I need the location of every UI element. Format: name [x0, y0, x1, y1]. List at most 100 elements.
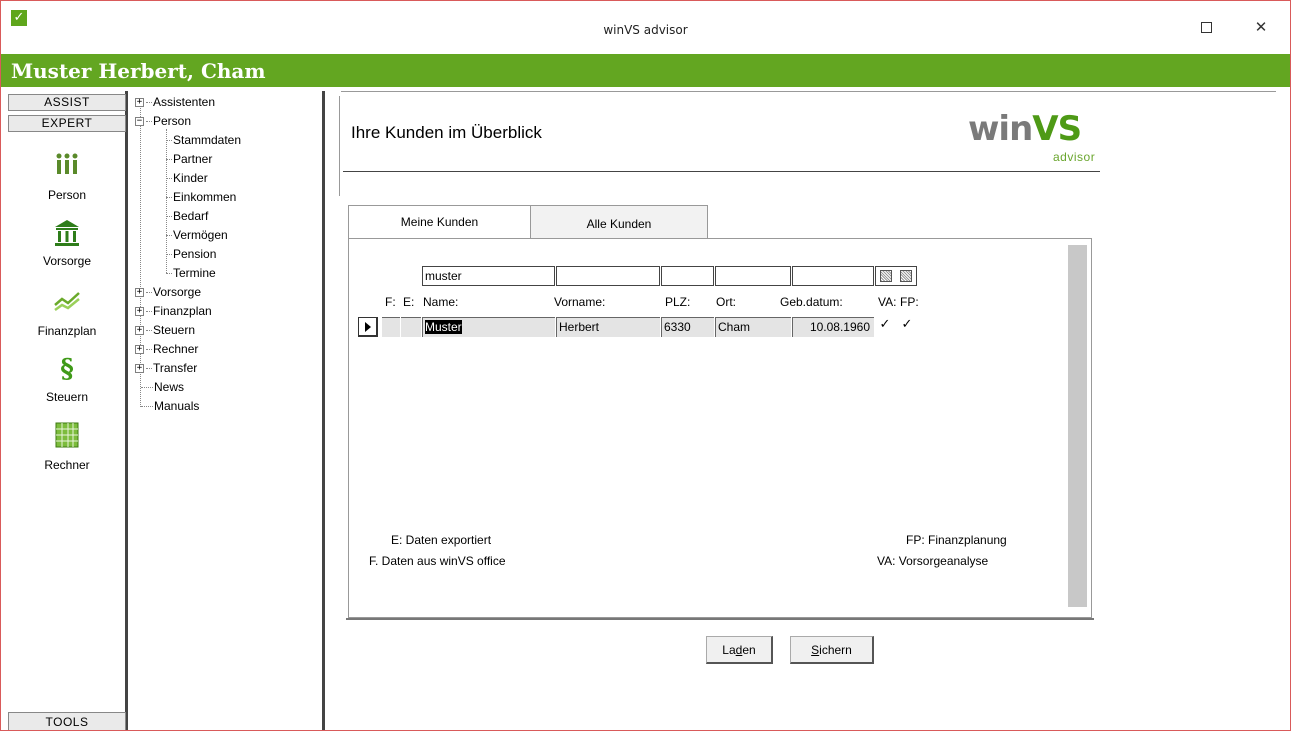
tree-connector	[146, 102, 152, 104]
tree-item-bedarf[interactable]: Bedarf	[166, 209, 208, 223]
divider	[339, 96, 340, 196]
btn-mnemonic: S	[811, 643, 820, 657]
nav-item-finanzplan[interactable]: Finanzplan	[8, 287, 126, 338]
tab-alle-kunden[interactable]: Alle Kunden	[531, 205, 708, 238]
cell-plz[interactable]: 6330	[661, 317, 714, 337]
close-button[interactable]: ✕	[1241, 15, 1281, 39]
col-header-ort: Ort:	[716, 295, 736, 309]
tree-item-partner[interactable]: Partner	[166, 152, 212, 166]
expand-icon[interactable]: +	[135, 326, 144, 336]
tree-item-stammdaten[interactable]: Stammdaten	[166, 133, 241, 147]
col-header-f: F:	[385, 295, 396, 309]
tree-item-rechner[interactable]: + Rechner	[135, 342, 198, 356]
assist-button[interactable]: ASSIST	[8, 94, 126, 111]
tree-item-kinder[interactable]: Kinder	[166, 171, 208, 185]
expert-button[interactable]: EXPERT	[8, 115, 126, 132]
tree-item-assistenten[interactable]: + Assistenten	[135, 95, 215, 109]
tree-item-steuern[interactable]: + Steuern	[135, 323, 195, 337]
nav-item-rechner[interactable]: Rechner	[8, 421, 126, 472]
maximize-button[interactable]	[1186, 15, 1226, 39]
sichern-button[interactable]: Sichern	[790, 636, 874, 664]
nav-item-person[interactable]: Person	[8, 151, 126, 202]
tree-connector	[166, 140, 172, 142]
tree-label: Bedarf	[173, 209, 209, 223]
tree-label: Person	[153, 114, 192, 128]
tree-item-vermoegen[interactable]: Vermögen	[166, 228, 228, 242]
tree-connector	[166, 197, 172, 199]
nav-label-person: Person	[47, 188, 87, 202]
tree-connector	[166, 254, 172, 256]
cell-geb[interactable]: 10.08.1960	[792, 317, 874, 337]
title-bar: ✓ winVS advisor ✕	[1, 1, 1290, 47]
filter-ort-input[interactable]	[715, 266, 791, 286]
nav-item-vorsorge[interactable]: Vorsorge	[8, 219, 126, 268]
scrollbar[interactable]	[1068, 245, 1087, 607]
tree-item-einkommen[interactable]: Einkommen	[166, 190, 236, 204]
legend-fp: FP: Finanzplanung	[906, 533, 1007, 547]
row-selector[interactable]	[358, 317, 378, 337]
tab-meine-kunden[interactable]: Meine Kunden	[348, 205, 531, 239]
legend-va: VA: Vorsorgeanalyse	[877, 554, 989, 568]
tree-label: Stammdaten	[173, 133, 242, 147]
people-icon	[56, 153, 78, 174]
legend-f: F. Daten aus winVS office	[369, 554, 506, 568]
tree-connector	[146, 368, 152, 370]
tree-item-person[interactable]: − Person	[135, 114, 191, 128]
tree-label: Assistenten	[153, 95, 216, 109]
filter-va-checkbox[interactable]	[880, 270, 892, 282]
filter-name-input[interactable]	[422, 266, 555, 286]
btn-text: en	[742, 643, 756, 657]
chart-lines-icon	[54, 292, 80, 312]
va-checkbox[interactable]: ✓	[879, 318, 891, 332]
tree-label: Vermögen	[173, 228, 228, 242]
expand-icon[interactable]: +	[135, 288, 144, 298]
client-header: Muster Herbert, Cham	[1, 54, 1290, 87]
tree-connector	[146, 311, 152, 313]
tree-connector	[166, 235, 172, 237]
winvs-logo: winVS advisor	[968, 109, 1108, 164]
collapse-icon[interactable]: −	[135, 117, 144, 127]
expand-icon[interactable]: +	[135, 98, 144, 108]
customers-panel: F: E: Name: Vorname: PLZ: Ort: Geb.datum…	[348, 238, 1092, 618]
tree-item-termine[interactable]: Termine	[166, 266, 216, 280]
nav-label-rechner: Rechner	[44, 458, 90, 472]
tree-item-news[interactable]: News	[141, 380, 184, 394]
tree-item-vorsorge[interactable]: + Vorsorge	[135, 285, 201, 299]
calculator-icon	[55, 422, 79, 448]
tree-label: Einkommen	[173, 190, 237, 204]
tree-item-manuals[interactable]: Manuals	[141, 399, 199, 413]
cell-vorname[interactable]: Herbert	[556, 317, 660, 337]
maximize-icon	[1200, 22, 1212, 33]
divider	[341, 91, 1276, 92]
filter-fp-checkbox[interactable]	[900, 270, 912, 282]
expand-icon[interactable]: +	[135, 307, 144, 317]
page-title: Ihre Kunden im Überblick	[351, 123, 542, 142]
tree-connector	[166, 273, 172, 275]
cell-e	[401, 317, 421, 337]
col-header-va: VA:	[878, 295, 897, 309]
tree-item-pension[interactable]: Pension	[166, 247, 216, 261]
cell-name[interactable]: Muster	[422, 317, 555, 337]
filter-geb-input[interactable]	[792, 266, 874, 286]
expand-icon[interactable]: +	[135, 345, 144, 355]
col-header-e: E:	[403, 295, 415, 309]
cell-ort[interactable]: Cham	[715, 317, 791, 337]
tree-label: Transfer	[153, 361, 198, 375]
tools-button[interactable]: TOOLS	[8, 712, 126, 730]
filter-vorname-input[interactable]	[556, 266, 660, 286]
filter-plz-input[interactable]	[661, 266, 714, 286]
tree-label: Pension	[173, 247, 217, 261]
col-header-name: Name:	[423, 295, 459, 309]
tree-connector	[166, 178, 172, 180]
laden-button[interactable]: Laden	[706, 636, 773, 664]
tree-item-transfer[interactable]: + Transfer	[135, 361, 197, 375]
fp-checkbox[interactable]: ✓	[901, 318, 913, 332]
main-content: Ihre Kunden im Überblick winVS advisor M…	[331, 91, 1286, 730]
tree-label: Kinder	[173, 171, 208, 185]
tree-item-finanzplan[interactable]: + Finanzplan	[135, 304, 212, 318]
expand-icon[interactable]: +	[135, 364, 144, 374]
tree-label: Steuern	[153, 323, 196, 337]
tree-connector	[166, 159, 172, 161]
nav-item-steuern[interactable]: § Steuern	[8, 355, 126, 404]
tree-label: Finanzplan	[153, 304, 212, 318]
